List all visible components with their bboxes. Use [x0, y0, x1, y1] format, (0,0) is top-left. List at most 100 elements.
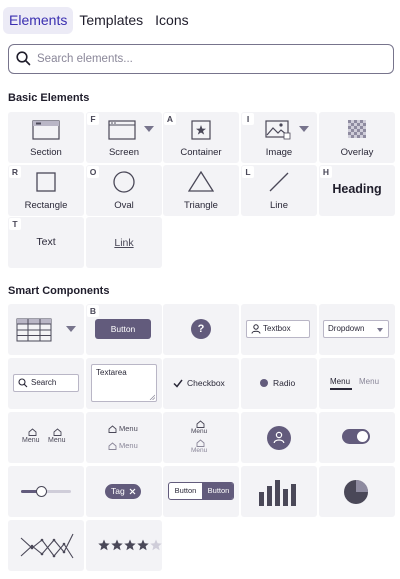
- smart-components-title: Smart Components: [8, 285, 110, 297]
- tab-icons[interactable]: Icons: [149, 7, 194, 34]
- line-icon: [269, 172, 289, 192]
- slider-knob: [35, 486, 47, 497]
- home-icon: [108, 442, 117, 450]
- table-icon: [16, 318, 52, 342]
- tile-button-group[interactable]: Button Button: [163, 466, 239, 517]
- tab-templates[interactable]: Templates: [73, 7, 149, 34]
- tile-bar-chart[interactable]: [241, 466, 317, 517]
- tile-menu-tabs[interactable]: Menu Menu: [319, 358, 395, 409]
- tile-line[interactable]: L Line: [241, 165, 317, 216]
- tile-toggle[interactable]: [319, 412, 395, 463]
- tile-pie-chart[interactable]: [319, 466, 395, 517]
- tile-rating[interactable]: [86, 520, 162, 571]
- tile-image[interactable]: I Image: [241, 112, 317, 163]
- dropdown-label: Dropdown: [328, 324, 365, 333]
- nav-stack-label: Menu: [191, 428, 208, 435]
- tile-label: Container: [180, 147, 222, 158]
- tile-heading[interactable]: H Heading: [319, 165, 395, 216]
- chevron-down-icon[interactable]: [144, 126, 154, 133]
- triangle-icon: [188, 171, 214, 192]
- tile-triangle[interactable]: Triangle: [163, 165, 239, 216]
- tile-container[interactable]: A Container: [163, 112, 239, 163]
- tile-section[interactable]: Section: [8, 112, 84, 163]
- tab-bar: Elements Templates Icons: [3, 7, 195, 34]
- shortcut-key: F: [87, 113, 99, 125]
- search-sample: Search: [13, 374, 79, 392]
- tile-overlay[interactable]: Overlay: [319, 112, 395, 163]
- shortcut-key: B: [87, 305, 99, 317]
- textbox-sample: Textbox: [246, 320, 310, 338]
- help-icon: ?: [191, 319, 211, 339]
- tile-menu-list[interactable]: Menu Menu: [86, 412, 162, 463]
- star-empty-icon: [150, 539, 162, 551]
- tile-label: Triangle: [184, 200, 218, 211]
- tile-radio[interactable]: Radio: [241, 358, 317, 409]
- chevron-down-icon[interactable]: [66, 326, 76, 333]
- tile-line-chart[interactable]: [8, 520, 84, 571]
- tile-label: Screen: [108, 147, 140, 158]
- menu-tab-active: Menu: [330, 377, 351, 386]
- nav-icon-label: Menu: [22, 437, 40, 444]
- tile-label: Image: [265, 147, 293, 158]
- nav-icon-label: Menu: [48, 437, 66, 444]
- basic-elements-title: Basic Elements: [8, 92, 90, 104]
- menu-list-label: Menu: [119, 441, 138, 450]
- search-icon: [16, 51, 31, 66]
- tile-dropdown[interactable]: Dropdown: [319, 304, 395, 355]
- tile-checkbox[interactable]: Checkbox: [163, 358, 239, 409]
- menu-tab-inactive: Menu: [359, 377, 380, 386]
- tile-help[interactable]: ?: [163, 304, 239, 355]
- tile-textarea[interactable]: Textarea: [86, 358, 162, 409]
- tile-search[interactable]: Search: [8, 358, 84, 409]
- shortcut-key: R: [9, 166, 21, 178]
- tag-chip: Tag: [105, 484, 141, 499]
- tile-textbox[interactable]: Textbox: [241, 304, 317, 355]
- chevron-down-icon[interactable]: [299, 126, 309, 133]
- overlay-icon: [348, 120, 366, 138]
- text-sample: Text: [36, 235, 56, 248]
- radio-dot-icon: [260, 379, 268, 387]
- chevron-down-icon: [377, 328, 383, 332]
- menu-list-label: Menu: [119, 424, 138, 433]
- tile-tag[interactable]: Tag: [86, 466, 162, 517]
- tile-nav-icons[interactable]: Menu Menu: [8, 412, 84, 463]
- star-filled-icon: [98, 539, 110, 551]
- check-icon: [173, 379, 183, 388]
- star-filled-icon: [137, 539, 149, 551]
- active-tab-underline: [330, 388, 352, 390]
- heading-sample: Heading: [332, 181, 382, 196]
- tile-label: Oval: [114, 200, 134, 211]
- home-icon: [53, 428, 62, 436]
- tile-slider[interactable]: [8, 466, 84, 517]
- tile-link[interactable]: Link: [86, 217, 162, 268]
- tile-oval[interactable]: O Oval: [86, 165, 162, 216]
- toggle-switch: [342, 429, 370, 444]
- search-input[interactable]: [37, 48, 387, 70]
- avatar: [267, 426, 291, 450]
- button-group-item: Button: [174, 486, 197, 495]
- link-sample: Link: [114, 236, 134, 249]
- line-chart-icon: [20, 533, 74, 559]
- home-icon: [28, 428, 37, 436]
- tile-nav-stack[interactable]: Menu Menu: [163, 412, 239, 463]
- star-filled-icon: [124, 539, 136, 551]
- shortcut-key: A: [164, 113, 176, 125]
- tag-label: Tag: [111, 486, 125, 496]
- tile-button[interactable]: B Button: [86, 304, 162, 355]
- tile-label: Rectangle: [24, 200, 68, 211]
- search-box: [8, 44, 394, 74]
- nav-stack-label: Menu: [191, 447, 208, 454]
- tile-text[interactable]: T Text: [8, 217, 84, 268]
- tile-avatar[interactable]: [241, 412, 317, 463]
- tile-screen[interactable]: F Screen: [86, 112, 162, 163]
- rectangle-icon: [36, 172, 56, 192]
- tile-rectangle[interactable]: R Rectangle: [8, 165, 84, 216]
- oval-icon: [113, 171, 135, 193]
- textarea-sample: Textarea: [91, 364, 157, 402]
- tab-elements[interactable]: Elements: [3, 7, 74, 34]
- search-sample-label: Search: [31, 378, 57, 387]
- user-icon: [251, 324, 261, 334]
- dropdown-sample: Dropdown: [323, 320, 389, 338]
- tile-table[interactable]: [8, 304, 84, 355]
- image-icon: [265, 120, 291, 140]
